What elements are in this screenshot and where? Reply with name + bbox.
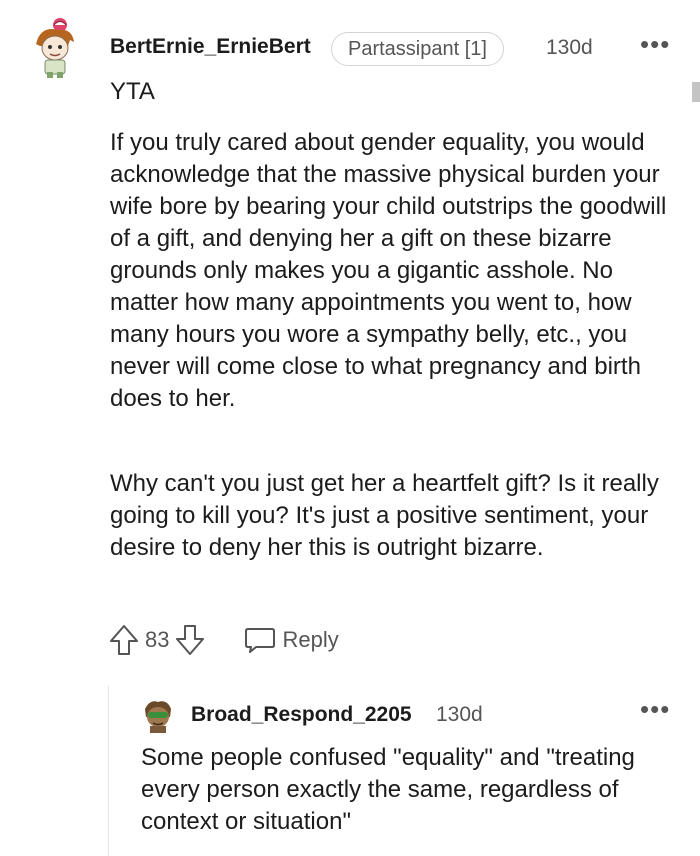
reply-button[interactable]: Reply bbox=[244, 625, 339, 655]
upvote-arrow-icon[interactable] bbox=[108, 623, 140, 657]
avatar-sunglasses bbox=[148, 712, 168, 718]
comment-paragraph: If you truly cared about gender equality… bbox=[110, 129, 667, 412]
comment-username[interactable]: BertErnie_ErnieBert bbox=[110, 35, 311, 59]
user-flair: Partassipant [1] bbox=[331, 32, 504, 66]
reply-user-avatar[interactable] bbox=[140, 697, 176, 733]
reply-more-options-icon[interactable]: ••• bbox=[640, 696, 670, 722]
reply-body: Some people confused "equality" and "tre… bbox=[141, 744, 635, 835]
scrollbar-thumb[interactable] bbox=[692, 82, 700, 102]
thread-line[interactable] bbox=[108, 686, 109, 856]
vote-count: 83 bbox=[145, 627, 170, 652]
reply-age: 130d bbox=[436, 703, 483, 726]
comment-paragraph: YTA bbox=[110, 78, 155, 105]
reply-label: Reply bbox=[282, 627, 339, 652]
reply-username[interactable]: Broad_Respond_2205 bbox=[191, 703, 412, 727]
comment-paragraph: Why can't you just get her a heartfelt g… bbox=[110, 470, 659, 561]
comment-age: 130d bbox=[546, 36, 593, 59]
user-avatar[interactable] bbox=[30, 16, 80, 82]
comment-bubble-icon bbox=[245, 628, 276, 653]
comment-actions: 83 Reply bbox=[108, 620, 339, 660]
downvote-arrow-icon[interactable] bbox=[174, 623, 206, 657]
more-options-icon[interactable]: ••• bbox=[640, 31, 670, 57]
